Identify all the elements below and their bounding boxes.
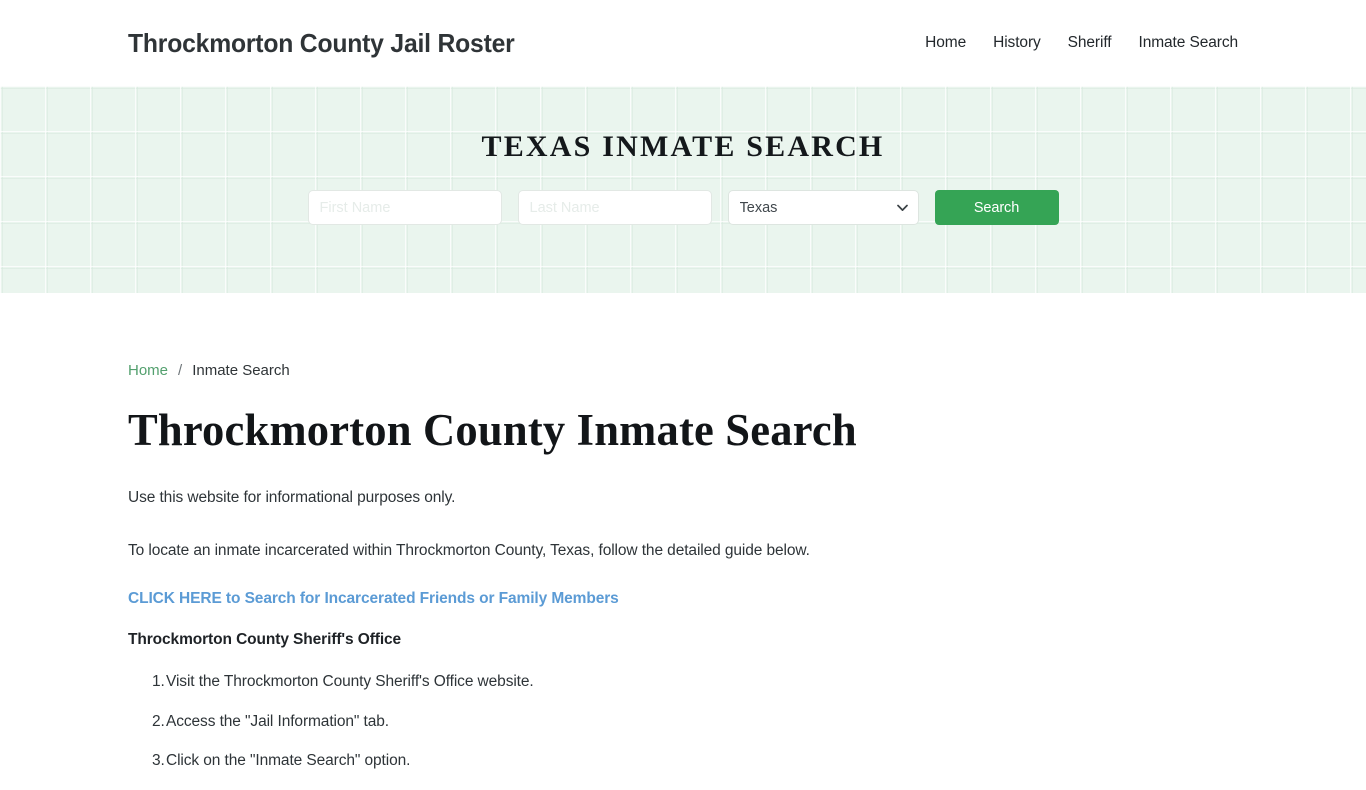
instruction-steps-list: Visit the Throckmorton County Sheriff's … (128, 649, 1238, 789)
search-friends-family-link[interactable]: CLICK HERE to Search for Incarcerated Fr… (128, 562, 619, 608)
state-select[interactable]: Texas (727, 190, 919, 225)
breadcrumb-current: Inmate Search (192, 362, 290, 379)
main-navigation: Home History Sheriff Inmate Search (925, 34, 1238, 52)
hero-title: TEXAS INMATE SEARCH (481, 130, 885, 163)
nav-item-history[interactable]: History (993, 34, 1041, 52)
nav-item-home[interactable]: Home (925, 34, 966, 52)
intro-paragraph-2: To locate an inmate incarcerated within … (128, 541, 810, 559)
nav-item-sheriff[interactable]: Sheriff (1068, 34, 1112, 52)
state-select-wrapper: Texas (727, 190, 919, 225)
breadcrumb-home-link[interactable]: Home (128, 363, 168, 378)
search-button[interactable]: Search (934, 190, 1059, 225)
breadcrumb: Home / Inmate Search (128, 293, 1238, 378)
list-item: Access the "Jail Information" tab. (152, 711, 389, 734)
intro-paragraph-1: Use this website for informational purpo… (128, 488, 456, 506)
hero-search-banner: TEXAS INMATE SEARCH Texas Search (0, 86, 1366, 293)
sheriff-office-subheading: Throckmorton County Sheriff's Office (128, 631, 402, 649)
nav-item-inmate-search[interactable]: Inmate Search (1138, 34, 1238, 52)
inmate-search-form: Texas Search (307, 190, 1059, 225)
breadcrumb-separator: / (178, 362, 183, 379)
last-name-input[interactable] (517, 190, 712, 225)
list-item: Visit the Throckmorton County Sheriff's … (152, 671, 534, 694)
page-title: Throckmorton County Inmate Search (128, 405, 857, 455)
site-title: Throckmorton County Jail Roster (128, 27, 515, 58)
first-name-input[interactable] (307, 190, 502, 225)
site-header: Throckmorton County Jail Roster Home His… (0, 0, 1366, 86)
list-item: Click on the "Inmate Search" option. (152, 750, 411, 773)
page-main: Home / Inmate Search Throckmorton County… (0, 293, 1366, 790)
